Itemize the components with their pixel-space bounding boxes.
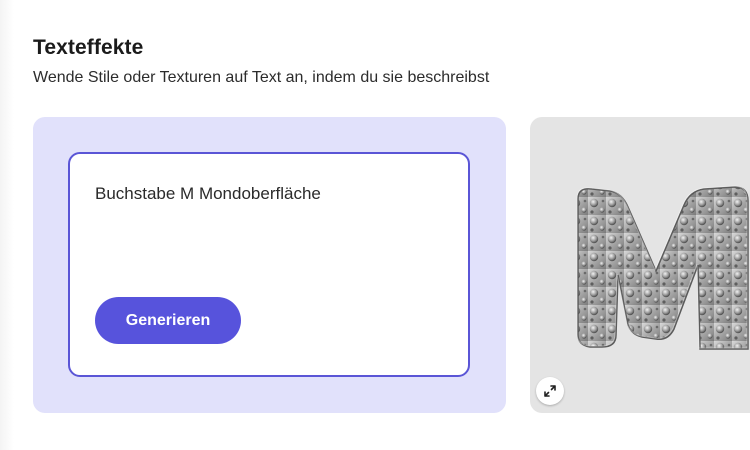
section-subtitle: Wende Stile oder Texturen auf Text an, i… [33,69,490,86]
prompt-card[interactable]: Buchstabe M Mondoberfläche Generieren [68,152,470,377]
section-title: Texteffekte [33,36,144,59]
expand-arrows-icon [544,385,556,397]
moon-texture-letter-m-image [576,185,749,350]
result-preview-panel[interactable] [530,117,750,413]
expand-button[interactable] [536,377,564,405]
prompt-text[interactable]: Buchstabe M Mondoberfläche [95,184,321,204]
generate-button[interactable]: Generieren [95,297,241,344]
